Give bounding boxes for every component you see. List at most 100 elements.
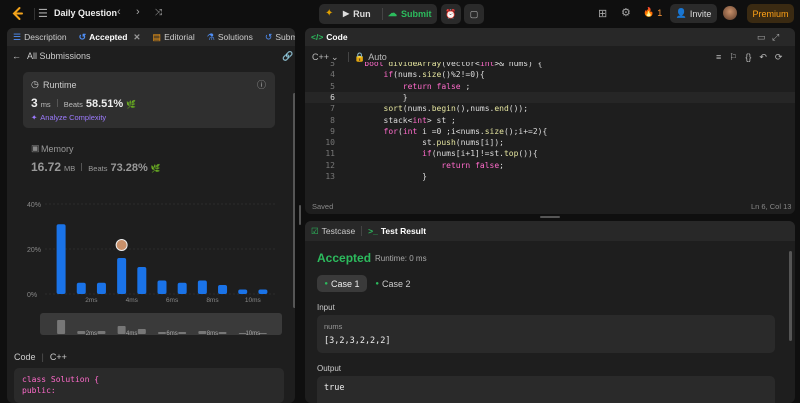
fire-icon: 🔥 [643,7,655,17]
editor-line[interactable]: 10 st.push(nums[i]); [305,137,795,148]
tab-submissions[interactable]: ↺Submissi [259,28,295,46]
collapse-icon[interactable]: ▭ [757,32,766,43]
leetcode-logo-icon[interactable] [10,6,26,22]
distribution-bar[interactable] [218,285,228,294]
editor-line[interactable]: 8 stack<int> st ; [305,115,795,126]
streak-counter[interactable]: 🔥 1 [643,7,662,18]
x-tick-label: 6ms [166,297,179,304]
runtime-title: Runtime [43,80,77,90]
avatar[interactable] [723,6,737,20]
tab-editorial[interactable]: ▤ Editorial [147,28,201,46]
distribution-bar[interactable] [76,282,86,294]
distribution-bar[interactable] [197,280,207,295]
memory-stats[interactable]: 16.72 MB Beats 73.28% 🌿 [31,160,161,174]
case-2-tab[interactable]: ● Case 2 [373,275,413,292]
shuffle-icon[interactable]: ⤨ [155,7,162,18]
minimap-label: 8ms [207,331,218,337]
minimap-bar [158,332,166,334]
debug-icon[interactable]: ✦ [325,8,333,19]
chip-icon: ▣ [31,143,40,153]
line-code: return false ; [402,81,471,91]
submit-button[interactable]: ☁ Submit [388,6,432,21]
problem-list-icon[interactable]: ☰ [38,7,48,20]
left-panel: ☰ Description ↺ Accepted ✕ ▤ Editorial ⚗ Solu… [7,28,295,403]
minimap-bar [198,331,207,334]
prev-problem-icon[interactable]: ‹ [117,6,121,18]
result-scrollbar[interactable] [789,251,792,341]
distribution-bar[interactable] [96,282,106,294]
editor-line[interactable]: 11 if(nums[i+1]!=st.top()){ [305,148,795,159]
checkbox-icon: ☑ [311,225,319,236]
timer-button[interactable]: ⏰ [441,4,461,24]
next-problem-icon[interactable]: › [136,6,140,18]
vertical-resize-handle[interactable] [299,205,301,225]
code-area[interactable]: 5 bool divideArray(vector<int>& nums) {4… [305,62,795,188]
link-icon[interactable]: 🔗 [282,51,293,62]
run-button[interactable]: ▶ Run [343,6,371,21]
editor-line[interactable]: 4 if(nums.size()%2!=0){ [305,69,795,80]
minimap-label: 2ms [86,331,97,337]
tab-testcase[interactable]: ☑ Testcase [305,222,361,240]
editor-line[interactable]: 13 } [305,171,795,182]
x-tick-label: 8ms [206,297,219,304]
result-tab-bar: ☑ Testcase >_ Test Result [305,221,795,241]
case-1-tab[interactable]: ● Case 1 [317,275,367,292]
editor-line[interactable]: 12 return false; [305,160,795,171]
editor-line[interactable]: 9 for(int i =0 ;i<nums.size();i+=2){ [305,126,795,137]
editor-line[interactable]: 7 sort(nums.begin(),nums.end()); [305,103,795,114]
distribution-bar[interactable] [56,224,66,294]
book-icon: ▤ [152,31,162,42]
distribution-bar[interactable] [137,267,147,294]
tab-test-result[interactable]: >_ Test Result [362,222,432,240]
user-avatar-marker[interactable] [115,239,128,251]
top-bar: ☰ Daily Question ‹ › ⤨ ✦ ▶ Run ☁ Submit … [0,0,800,28]
layout-grid-icon[interactable]: ⊞ [598,7,607,20]
arrow-left-icon: ← [12,51,21,61]
submitted-code-block[interactable]: class Solution { public: [14,368,284,403]
minimap-bar [218,332,227,334]
code-section-header: Code | C++ [14,352,67,362]
line-code: sort(nums.begin(),nums.end()); [383,104,529,114]
result-status: Accepted [317,251,372,265]
clock-icon: ◷ [31,79,39,89]
left-scrollbar[interactable] [293,93,295,308]
analyze-complexity-link[interactable]: ✦ Analyze Complexity [31,113,106,122]
runtime-stats: 3 ms Beats 58.51% 🌿 [31,96,137,110]
line-number: 6 [330,92,335,102]
input-label: Input [317,303,335,312]
horizontal-resize-handle[interactable] [540,216,560,218]
all-submissions-link[interactable]: ← All Submissions [12,51,91,61]
editor-line[interactable]: 5 bool divideArray(vector<int>& nums) { [305,62,795,69]
code-line: class Solution { [22,375,100,384]
notes-button[interactable]: ▢ [464,4,484,24]
input-box[interactable] [317,315,775,353]
line-code: for(int i =0 ;i<nums.size();i+=2){ [383,126,548,136]
distribution-bar[interactable] [258,289,268,295]
daily-question-title[interactable]: Daily Question [54,8,117,18]
editor-line[interactable]: 5 return false ; [305,81,795,92]
line-code: } [345,92,408,102]
expand-icon[interactable]: ⤢ [772,32,779,43]
memory-title[interactable]: Memory [41,144,74,154]
distribution-bar[interactable] [177,282,187,294]
distribution-bar[interactable] [117,258,127,294]
play-icon: ▶ [343,9,350,18]
tab-solutions[interactable]: ⚗ Solutions [201,28,259,46]
distribution-bar[interactable] [157,280,167,295]
distribution-bar[interactable] [238,289,248,295]
settings-gear-icon[interactable]: ⚙ [621,6,631,19]
invite-button[interactable]: 👤 Invite [670,4,717,23]
editor-line[interactable]: 6 } [305,91,795,104]
tab-description[interactable]: ☰ Description [7,28,73,46]
premium-button[interactable]: Premium [747,4,794,23]
sparkle-icon: ✦ [31,113,38,122]
runtime-distribution-chart[interactable]: 40% 20% 0% 2ms 4ms 6ms 8ms 10ms [7,196,287,306]
leaf-icon: 🌿 [126,100,137,109]
minimap-label: 4ms [126,331,137,337]
runtime-minimap[interactable]: 2ms 4ms 6ms 8ms 10ms [7,312,287,338]
close-tab-icon[interactable]: ✕ [133,32,140,43]
tab-code[interactable]: </> Code [305,28,354,46]
output-box[interactable] [317,376,775,403]
tab-accepted[interactable]: ↺ Accepted ✕ [73,28,147,46]
info-icon[interactable]: ⓘ [257,78,266,91]
